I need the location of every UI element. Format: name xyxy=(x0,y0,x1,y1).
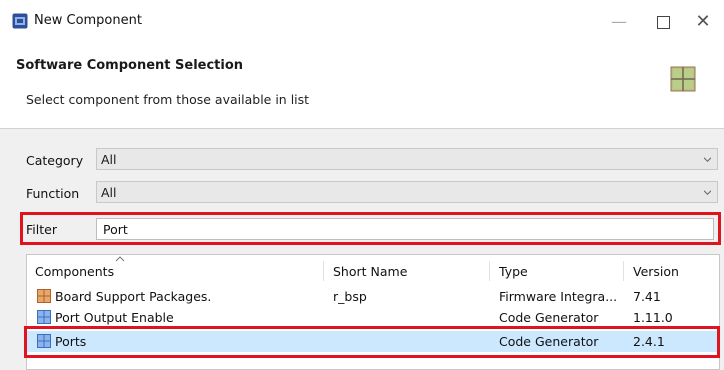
filter-input[interactable] xyxy=(103,222,703,237)
component-type: Code Generator xyxy=(499,334,599,349)
component-grid-icon xyxy=(670,66,696,92)
app-icon xyxy=(12,13,28,29)
maximize-icon xyxy=(656,16,670,29)
sort-ascending-icon xyxy=(115,256,125,262)
filter-field[interactable] xyxy=(96,218,714,240)
column-divider[interactable] xyxy=(323,261,324,281)
column-header-components[interactable]: Components xyxy=(35,264,114,279)
page-subtitle: Select component from those available in… xyxy=(26,92,310,107)
table-row[interactable]: Board Support Packages. r_bsp Firmware I… xyxy=(27,286,719,307)
component-type: Firmware Integra... xyxy=(499,289,618,304)
column-divider[interactable] xyxy=(489,261,490,281)
component-name: Ports xyxy=(55,334,87,349)
minimize-button[interactable]: — xyxy=(602,10,636,34)
component-short-name: r_bsp xyxy=(333,289,367,304)
component-version: 1.11.0 xyxy=(633,310,673,325)
column-header-version[interactable]: Version xyxy=(633,264,679,279)
column-header-type[interactable]: Type xyxy=(499,264,528,279)
components-table[interactable]: Components Short Name Type Version Board… xyxy=(26,254,720,370)
close-button[interactable]: ✕ xyxy=(686,10,720,34)
maximize-button[interactable] xyxy=(646,10,680,34)
function-value: All xyxy=(101,185,117,200)
category-value: All xyxy=(101,152,117,167)
component-name: Port Output Enable xyxy=(55,310,174,325)
category-select[interactable]: All xyxy=(96,148,718,170)
column-header-short-name[interactable]: Short Name xyxy=(333,264,407,279)
wizard-header: Software Component Selection Select comp… xyxy=(0,44,724,129)
title-bar: New Component — ✕ xyxy=(0,0,724,44)
filter-label: Filter xyxy=(26,222,57,237)
component-version: 7.41 xyxy=(633,289,661,304)
table-row-selected[interactable]: Ports Code Generator 2.4.1 xyxy=(27,331,719,352)
code-generator-icon xyxy=(37,334,51,348)
column-divider[interactable] xyxy=(623,261,624,281)
function-label: Function xyxy=(26,186,80,201)
table-row[interactable]: Port Output Enable Code Generator 1.11.0 xyxy=(27,307,719,328)
chevron-down-icon xyxy=(704,190,711,195)
code-generator-icon xyxy=(37,310,51,324)
bsp-package-icon xyxy=(37,289,51,303)
page-title: Software Component Selection xyxy=(16,58,244,73)
component-version: 2.4.1 xyxy=(633,334,665,349)
chevron-down-icon xyxy=(704,157,711,162)
component-type: Code Generator xyxy=(499,310,599,325)
component-name: Board Support Packages. xyxy=(55,289,212,304)
function-select[interactable]: All xyxy=(96,181,718,203)
category-label: Category xyxy=(26,153,84,168)
window-title: New Component xyxy=(34,13,142,28)
